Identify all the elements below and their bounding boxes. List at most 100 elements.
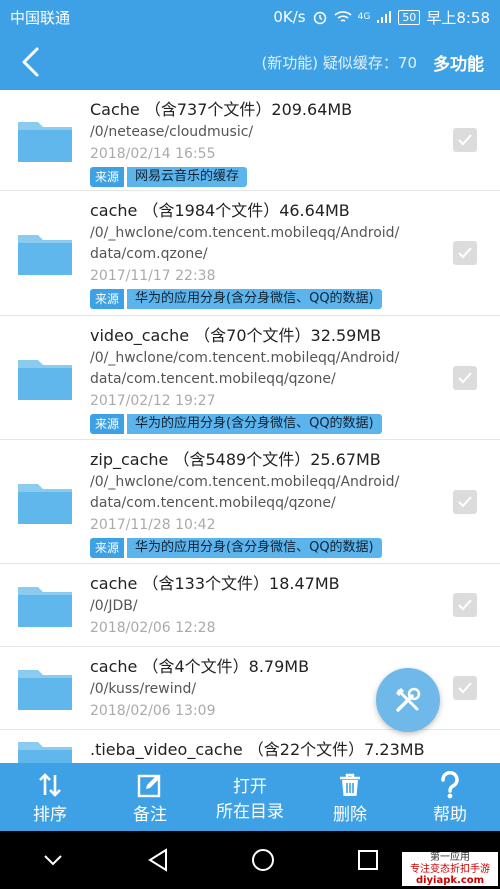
sort-icon <box>39 772 61 797</box>
source-tag-key: 来源 <box>90 289 125 309</box>
nav-back-button[interactable] <box>105 848 210 872</box>
wifi-icon <box>334 11 352 22</box>
delete-label: 删除 <box>333 804 367 825</box>
source-tag-key: 来源 <box>90 167 125 187</box>
signal-icon <box>377 11 392 23</box>
page-title: (新功能) 疑似缓存：70 <box>261 53 417 72</box>
tools-fab-button[interactable] <box>376 668 440 732</box>
sort-label: 排序 <box>33 804 67 825</box>
item-path-continued: data/com.tencent.mobileqq/qzone/ <box>90 371 336 387</box>
item-date: 2017/11/28 10:42 <box>90 517 216 533</box>
triangle-back-icon <box>147 848 167 872</box>
item-path: /0/_hwclone/com.tencent.mobileqq/Android… <box>90 350 400 366</box>
check-icon <box>458 134 472 146</box>
source-tag: 来源 华为的应用分身(含分身微信、QQ的数据) <box>90 414 382 434</box>
list-item[interactable]: .tieba_video_cache （含22个文件）7.23MB <box>0 730 500 763</box>
open-folder-button[interactable]: 打开 所在目录 <box>200 763 300 831</box>
folder-icon <box>18 587 72 627</box>
list-item[interactable]: Cache （含737个文件）209.64MB /0/netease/cloud… <box>0 90 500 191</box>
bottom-toolbar: 排序 备注 打开 所在目录 删除 帮助 <box>0 763 500 831</box>
select-checkbox[interactable] <box>453 676 477 700</box>
item-path: /0/_hwclone/com.tencent.mobileqq/Android… <box>90 225 400 241</box>
item-date: 2018/02/14 16:55 <box>90 146 216 162</box>
check-icon <box>458 682 472 694</box>
item-name: zip_cache （含5489个文件）25.67MB <box>90 450 381 469</box>
help-label: 帮助 <box>433 804 467 825</box>
folder-icon <box>18 235 72 275</box>
source-tag-value: 华为的应用分身(含分身微信、QQ的数据) <box>127 538 382 558</box>
item-name: cache （含133个文件）18.47MB <box>90 574 340 593</box>
item-date: 2018/02/06 12:28 <box>90 620 216 636</box>
source-tag-value: 华为的应用分身(含分身微信、QQ的数据) <box>127 289 382 309</box>
watermark-line1: 第一应用 <box>430 852 470 863</box>
check-icon <box>458 247 472 259</box>
trash-icon <box>340 773 360 796</box>
check-icon <box>458 599 472 611</box>
circle-home-icon <box>251 849 274 871</box>
hide-nav-button[interactable] <box>0 854 105 866</box>
item-path: /0/netease/cloudmusic/ <box>90 124 254 140</box>
item-name: cache （含1984个文件）46.64MB <box>90 201 350 220</box>
select-checkbox[interactable] <box>453 489 477 514</box>
item-date: 2017/11/17 22:38 <box>90 268 216 284</box>
item-path-continued: data/com.qzone/ <box>90 246 208 262</box>
item-name: Cache （含737个文件）209.64MB <box>90 100 353 119</box>
select-checkbox[interactable] <box>453 593 477 617</box>
select-checkbox[interactable] <box>453 241 477 265</box>
item-path: /0/JDB/ <box>90 598 138 614</box>
item-name: .tieba_video_cache （含22个文件）7.23MB <box>90 740 425 759</box>
square-recents-icon <box>357 850 378 870</box>
source-tag: 来源 华为的应用分身(含分身微信、QQ的数据) <box>90 289 382 309</box>
note-label: 备注 <box>133 804 167 825</box>
item-date: 2017/02/12 19:27 <box>90 393 216 409</box>
source-tag-key: 来源 <box>90 538 125 558</box>
list-item[interactable]: cache （含1984个文件）46.64MB /0/_hwclone/com.… <box>0 191 500 316</box>
open-dir-label: 所在目录 <box>216 802 284 822</box>
back-button[interactable] <box>0 34 60 90</box>
help-question-icon <box>441 770 459 798</box>
cache-list: Cache （含737个文件）209.64MB /0/netease/cloud… <box>0 90 500 763</box>
list-item[interactable]: zip_cache （含5489个文件）25.67MB /0/_hwclone/… <box>0 440 500 564</box>
alarm-icon <box>313 11 326 25</box>
battery-indicator: 50 <box>398 9 421 25</box>
source-tag-value: 网易云音乐的缓存 <box>127 167 248 187</box>
item-path-continued: data/com.tencent.mobileqq/qzone/ <box>90 495 336 511</box>
multi-function-button[interactable]: 多功能 <box>433 50 500 75</box>
status-bar: 中国联通 0K/s 4G 50 早上8:58 <box>0 0 500 34</box>
folder-icon <box>18 359 72 400</box>
check-icon <box>458 495 472 507</box>
check-icon <box>458 371 472 383</box>
list-item[interactable]: video_cache （含70个文件）32.59MB /0/_hwclone/… <box>0 316 500 440</box>
chevron-left-icon <box>22 47 39 77</box>
open-label: 打开 <box>233 777 267 797</box>
watermark: 第一应用 专注变态折扣手游 diyiapk.com <box>402 852 498 886</box>
watermark-line2: 专注变态折扣手游 <box>410 864 490 875</box>
help-button[interactable]: 帮助 <box>400 763 500 831</box>
folder-icon <box>18 483 72 524</box>
edit-note-icon <box>137 774 161 797</box>
watermark-line3: diyiapk.com <box>415 875 485 886</box>
select-checkbox[interactable] <box>453 365 477 390</box>
delete-button[interactable]: 删除 <box>300 763 400 831</box>
sort-button[interactable]: 排序 <box>0 763 100 831</box>
nav-home-button[interactable] <box>210 848 315 872</box>
item-name: video_cache （含70个文件）32.59MB <box>90 326 382 345</box>
item-path: /0/_hwclone/com.tencent.mobileqq/Android… <box>90 474 400 490</box>
network-speed: 0K/s <box>273 8 306 26</box>
source-tag-value: 华为的应用分身(含分身微信、QQ的数据) <box>127 414 382 434</box>
select-checkbox[interactable] <box>453 128 477 152</box>
title-bar: (新功能) 疑似缓存：70 多功能 <box>0 34 500 90</box>
list-item[interactable]: cache （含133个文件）18.47MB /0/JDB/ 2018/02/0… <box>0 564 500 647</box>
source-tag: 来源 网易云音乐的缓存 <box>90 167 248 187</box>
folder-icon <box>18 670 72 710</box>
tools-icon <box>396 687 421 712</box>
folder-icon <box>18 741 72 763</box>
clock: 早上8:58 <box>426 8 490 27</box>
network-type-label: 4G <box>357 12 371 22</box>
note-button[interactable]: 备注 <box>100 763 200 831</box>
folder-icon <box>18 122 72 162</box>
source-tag: 来源 华为的应用分身(含分身微信、QQ的数据) <box>90 538 382 558</box>
source-tag-key: 来源 <box>90 414 125 434</box>
carrier-label: 中国联通 <box>10 8 71 27</box>
chevron-down-icon <box>43 855 62 866</box>
